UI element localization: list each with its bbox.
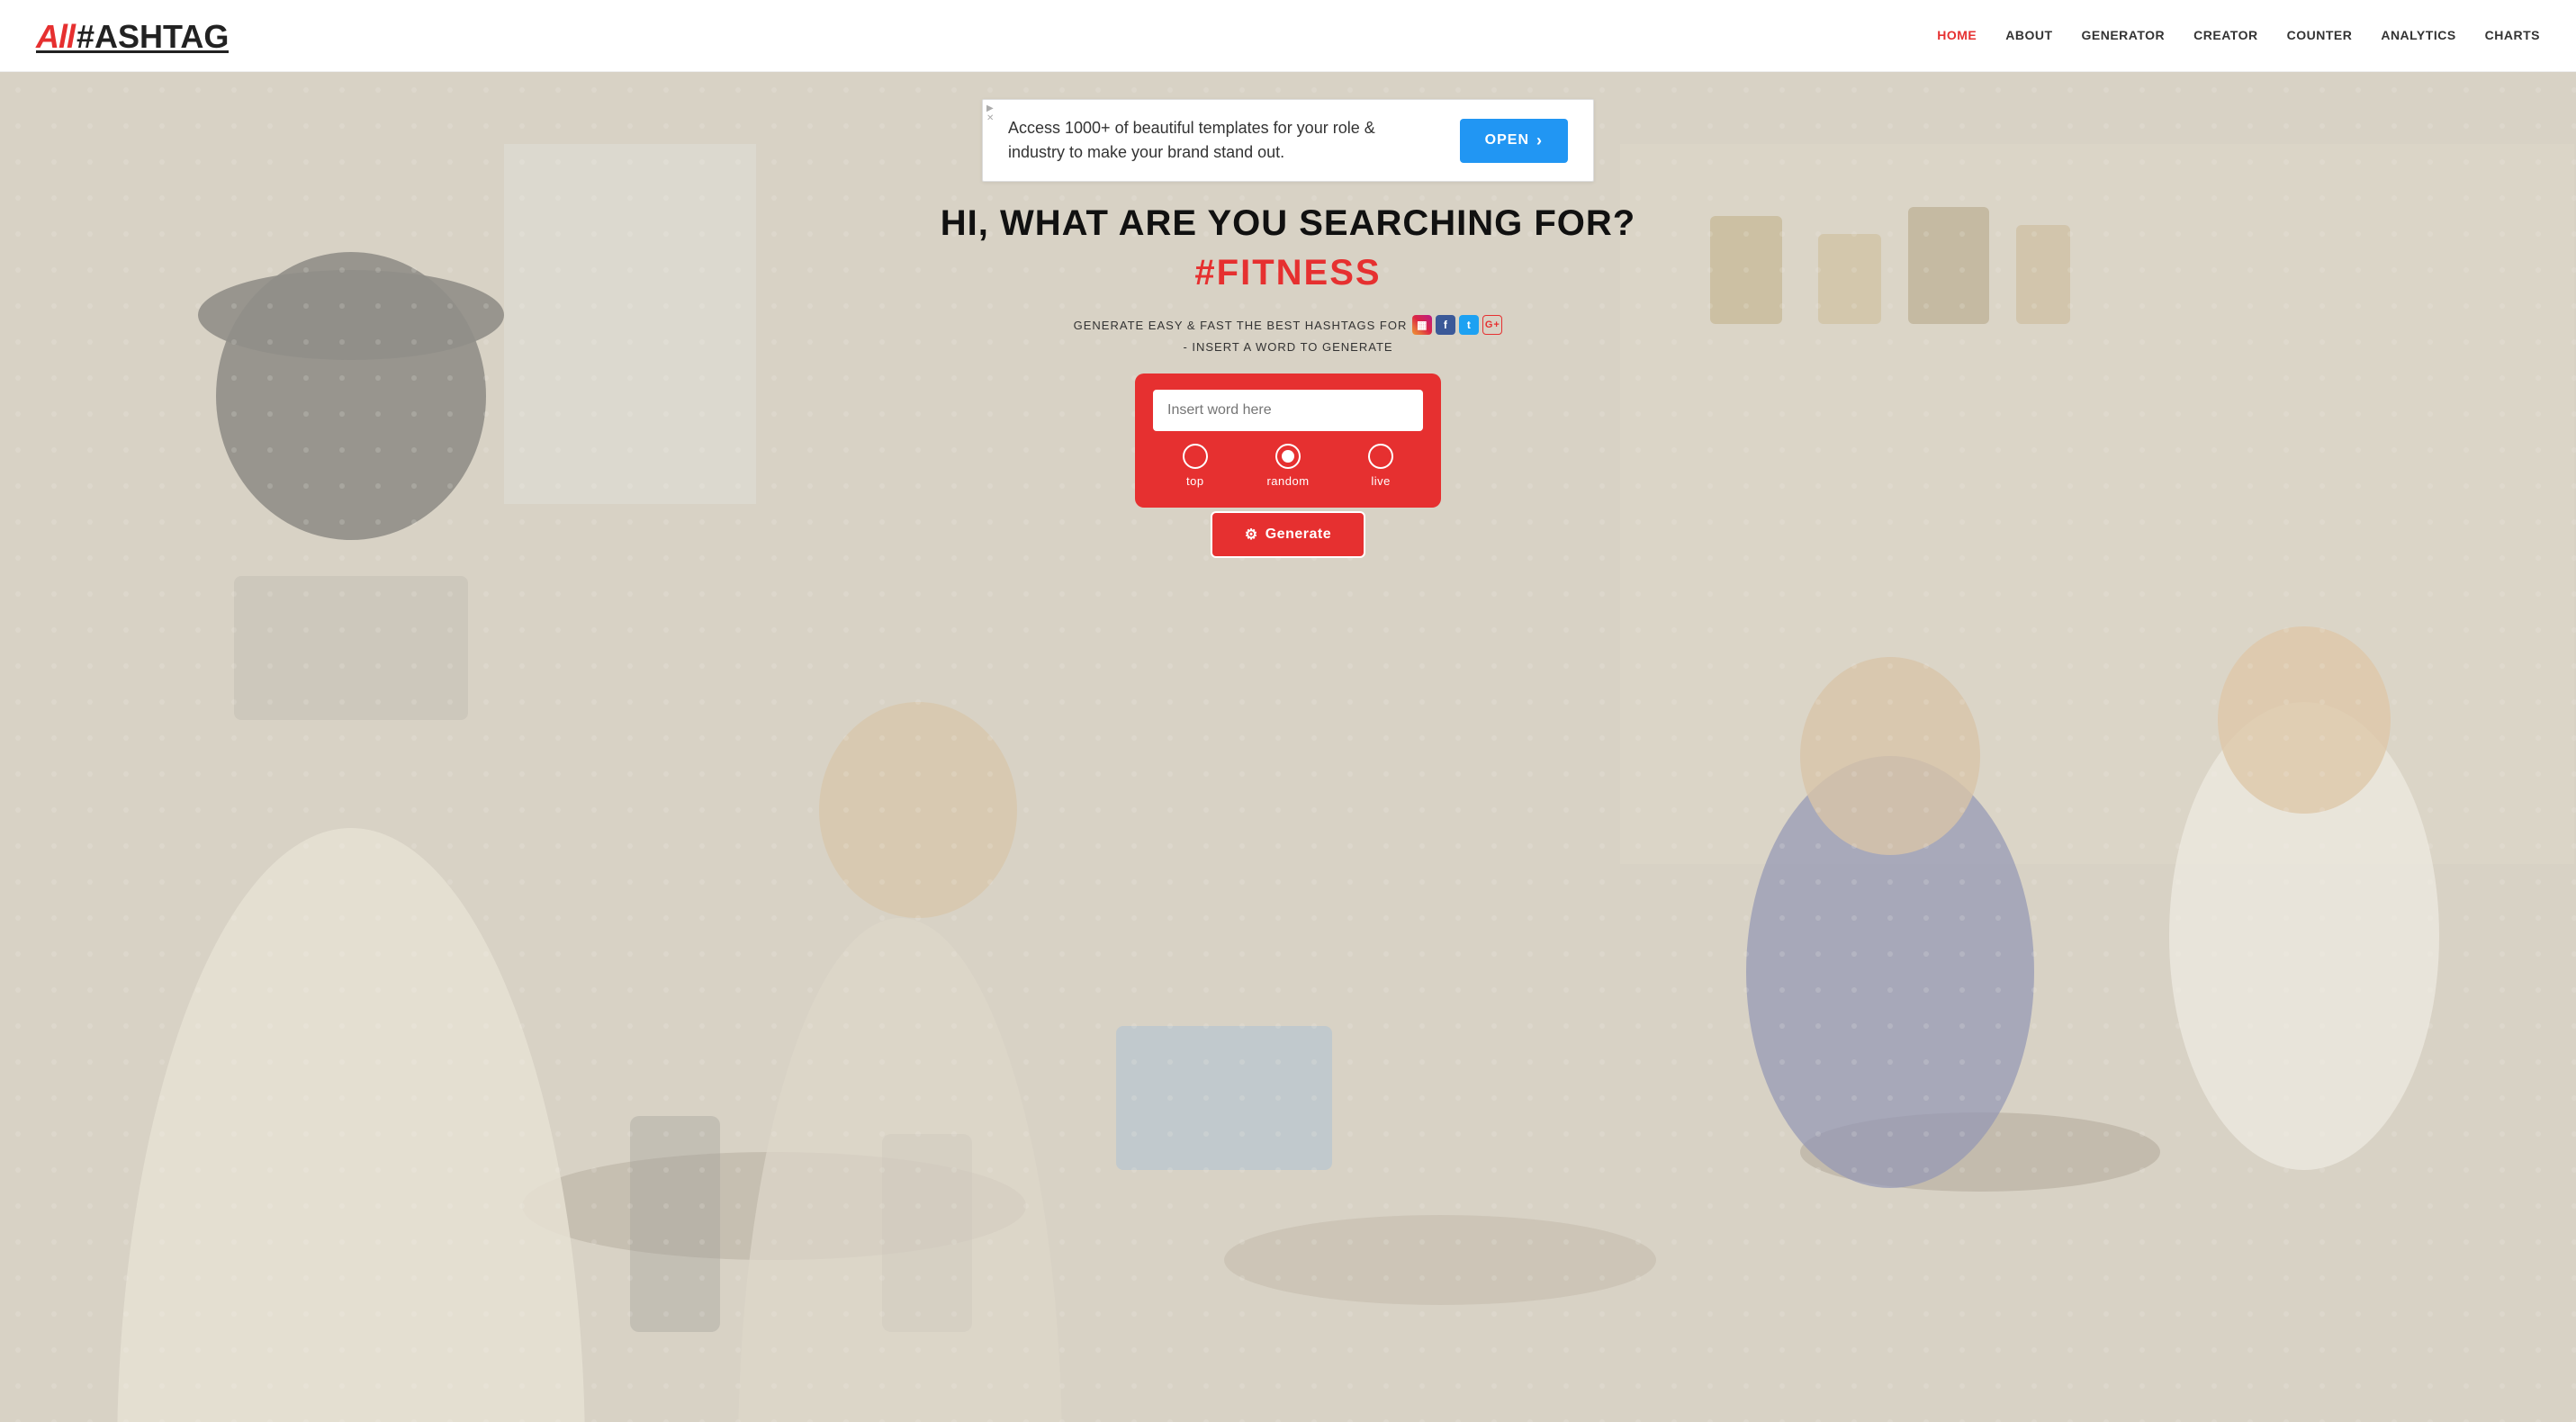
hero-hashtag: #FITNESS	[1194, 253, 1381, 293]
hero-subtitle2: - INSERT A WORD TO GENERATE	[1183, 340, 1392, 354]
search-input[interactable]	[1153, 390, 1423, 431]
nav-counter[interactable]: COUNTER	[2287, 28, 2353, 42]
nav-links: HOME ABOUT GENERATOR CREATOR COUNTER ANA…	[1937, 28, 2540, 44]
ad-marker: ▶✕	[986, 104, 994, 123]
nav-charts[interactable]: CHARTS	[2485, 28, 2540, 42]
ad-text: Access 1000+ of beautiful templates for …	[1008, 116, 1404, 165]
radio-random-circle	[1275, 444, 1301, 469]
hero-content: HI, WHAT ARE YOU SEARCHING FOR? #FITNESS…	[0, 203, 2576, 558]
generate-button[interactable]: ⚙ Generate	[1211, 511, 1365, 558]
ad-open-arrow: ›	[1536, 131, 1543, 150]
ad-banner: ▶✕ Access 1000+ of beautiful templates f…	[982, 99, 1594, 182]
nav-creator[interactable]: CREATOR	[2193, 28, 2257, 42]
instagram-icon: ▦	[1412, 315, 1432, 335]
hero-title: HI, WHAT ARE YOU SEARCHING FOR?	[941, 203, 1635, 244]
ad-open-button[interactable]: OPEN ›	[1460, 119, 1568, 163]
nav-generator[interactable]: GENERATOR	[2082, 28, 2166, 42]
logo-all: All	[36, 18, 75, 55]
hero-subtitle: GENERATE EASY & FAST THE BEST HASHTAGS F…	[1074, 315, 1503, 335]
radio-random-label: random	[1266, 474, 1309, 488]
radio-top-circle	[1183, 444, 1208, 469]
hero-subtitle-text: GENERATE EASY & FAST THE BEST HASHTAGS F…	[1074, 319, 1408, 332]
radio-live[interactable]: live	[1368, 444, 1393, 488]
twitter-icon: t	[1459, 315, 1479, 335]
nav-about[interactable]: ABOUT	[2005, 28, 2052, 42]
social-icons: ▦ f t G+	[1412, 315, 1502, 335]
radio-top[interactable]: top	[1183, 444, 1208, 488]
search-box: top random live	[1135, 374, 1441, 508]
googleplus-icon: G+	[1482, 315, 1502, 335]
radio-live-circle	[1368, 444, 1393, 469]
logo-ashtag: ASHTAG	[95, 18, 229, 55]
facebook-icon: f	[1436, 315, 1455, 335]
logo-hash: #	[77, 18, 95, 55]
ad-open-label: OPEN	[1485, 132, 1529, 148]
nav-home[interactable]: HOME	[1937, 28, 1977, 42]
logo[interactable]: All#ASHTAG	[36, 18, 229, 53]
nav-analytics[interactable]: ANALYTICS	[2381, 28, 2455, 42]
radio-group: top random live	[1153, 444, 1423, 488]
navbar: All#ASHTAG HOME ABOUT GENERATOR CREATOR …	[0, 0, 2576, 72]
gear-icon: ⚙	[1245, 526, 1258, 544]
radio-random[interactable]: random	[1266, 444, 1309, 488]
radio-top-label: top	[1186, 474, 1204, 488]
radio-live-label: live	[1371, 474, 1391, 488]
generate-label: Generate	[1265, 526, 1331, 543]
hero-section: ▶✕ Access 1000+ of beautiful templates f…	[0, 72, 2576, 1422]
